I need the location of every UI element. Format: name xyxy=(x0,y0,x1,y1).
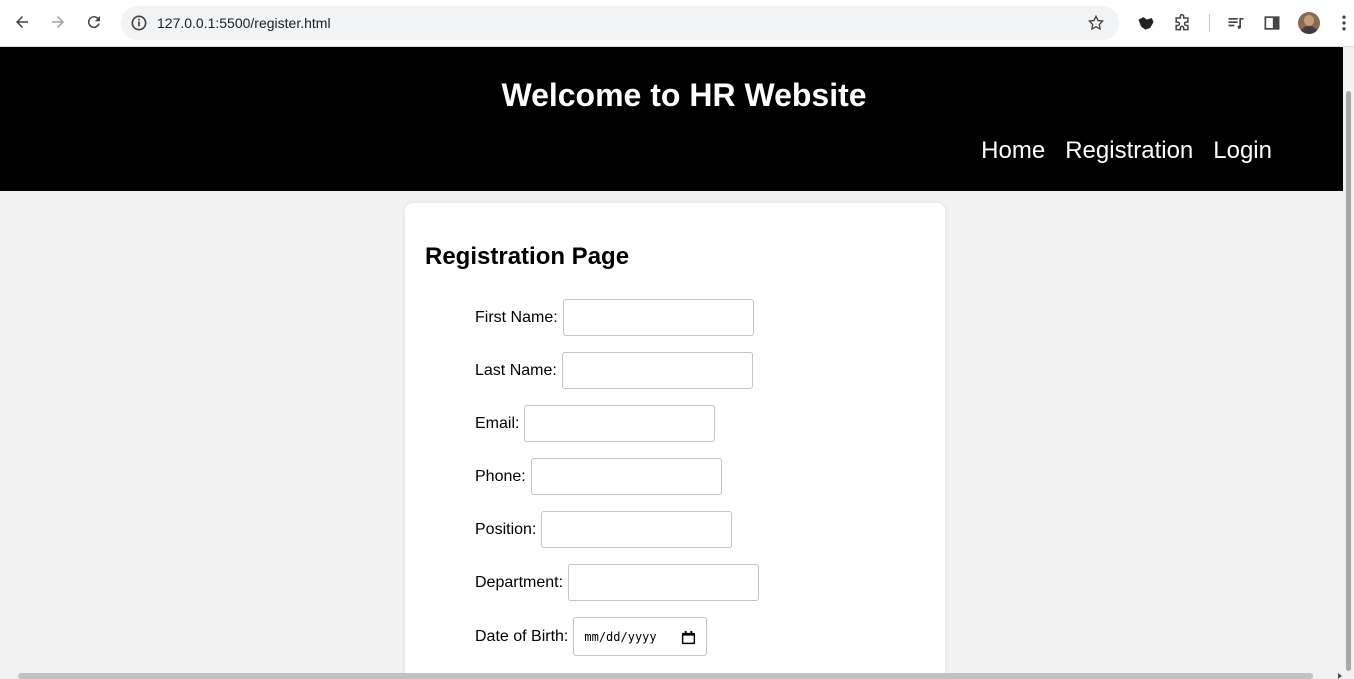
position-label: Position: xyxy=(475,520,537,538)
back-button[interactable] xyxy=(8,8,36,36)
address-bar[interactable]: 127.0.0.1:5500/register.html xyxy=(121,6,1119,40)
department-input[interactable] xyxy=(568,564,760,601)
horizontal-scrollbar[interactable] xyxy=(0,673,1354,679)
first-name-row: First Name: xyxy=(475,299,754,336)
toolbar-divider xyxy=(1209,14,1210,32)
bookmark-star-icon[interactable] xyxy=(1087,14,1105,32)
forward-arrow-icon xyxy=(52,16,64,28)
registration-card: Registration Page First Name: Last Name:… xyxy=(405,203,945,679)
main-nav: Home Registration Login xyxy=(981,137,1272,165)
last-name-input[interactable] xyxy=(561,352,753,389)
browser-menu-icon[interactable] xyxy=(1333,12,1354,34)
dob-input[interactable]: mm/dd/yyyy xyxy=(573,617,708,656)
scroll-right-arrow-icon[interactable] xyxy=(1338,673,1342,679)
horizontal-scrollbar-thumb[interactable] xyxy=(18,673,1313,679)
site-header: Welcome to HR Website Home Registration … xyxy=(0,47,1343,191)
page-heading: Registration Page xyxy=(425,243,630,270)
last-name-row: Last Name: xyxy=(475,352,753,389)
dob-row: Date of Birth: mm/dd/yyyy xyxy=(475,617,708,656)
media-control-icon[interactable] xyxy=(1225,12,1247,34)
position-row: Position: xyxy=(475,511,733,548)
phone-row: Phone: xyxy=(475,458,722,495)
nav-login-link[interactable]: Login xyxy=(1213,137,1272,165)
email-label: Email: xyxy=(475,414,520,432)
browser-toolbar: 127.0.0.1:5500/register.html xyxy=(0,0,1354,47)
phone-label: Phone: xyxy=(475,467,526,485)
forward-button[interactable] xyxy=(44,8,72,36)
dob-label: Date of Birth: xyxy=(475,627,569,645)
site-title: Welcome to HR Website xyxy=(501,77,867,113)
first-name-input[interactable] xyxy=(562,299,754,336)
first-name-label: First Name: xyxy=(475,308,558,326)
department-label: Department: xyxy=(475,573,564,591)
vertical-scrollbar-thumb[interactable] xyxy=(1346,91,1351,671)
phone-input[interactable] xyxy=(530,458,722,495)
profile-avatar[interactable] xyxy=(1298,12,1320,34)
site-info-icon[interactable] xyxy=(129,13,149,33)
reload-icon xyxy=(87,16,100,29)
extension-icon[interactable] xyxy=(1135,12,1157,34)
vertical-scrollbar[interactable] xyxy=(1343,47,1354,673)
extensions-puzzle-icon[interactable] xyxy=(1171,12,1193,34)
calendar-icon[interactable] xyxy=(681,630,696,645)
nav-home-link[interactable]: Home xyxy=(981,137,1045,165)
back-arrow-icon xyxy=(16,16,28,28)
side-panel-icon[interactable] xyxy=(1261,12,1283,34)
last-name-label: Last Name: xyxy=(475,361,557,379)
email-input[interactable] xyxy=(524,405,716,442)
email-row: Email: xyxy=(475,405,716,442)
nav-registration-link[interactable]: Registration xyxy=(1065,137,1193,165)
department-row: Department: xyxy=(475,564,760,601)
url-text: 127.0.0.1:5500/register.html xyxy=(157,15,331,31)
dob-placeholder: mm/dd/yyyy xyxy=(584,630,657,644)
position-input[interactable] xyxy=(541,511,733,548)
reload-button[interactable] xyxy=(80,8,108,36)
